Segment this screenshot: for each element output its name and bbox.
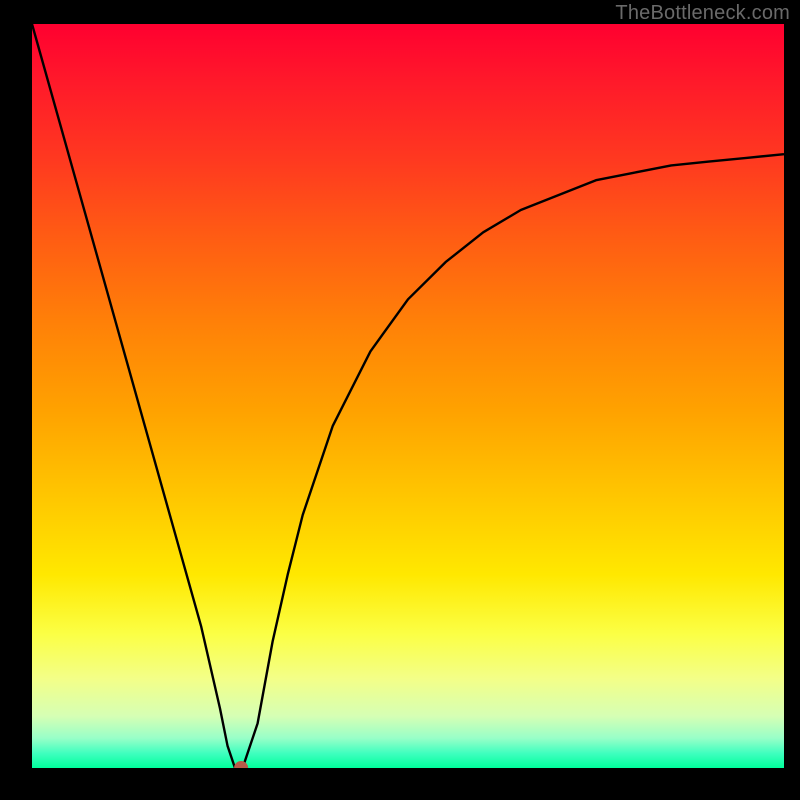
chart-frame: TheBottleneck.com [0,0,800,800]
watermark-text: TheBottleneck.com [615,2,790,25]
plot-area [32,24,784,768]
chart-svg [32,24,784,768]
bottleneck-curve [32,24,784,768]
min-point-marker [234,761,248,768]
